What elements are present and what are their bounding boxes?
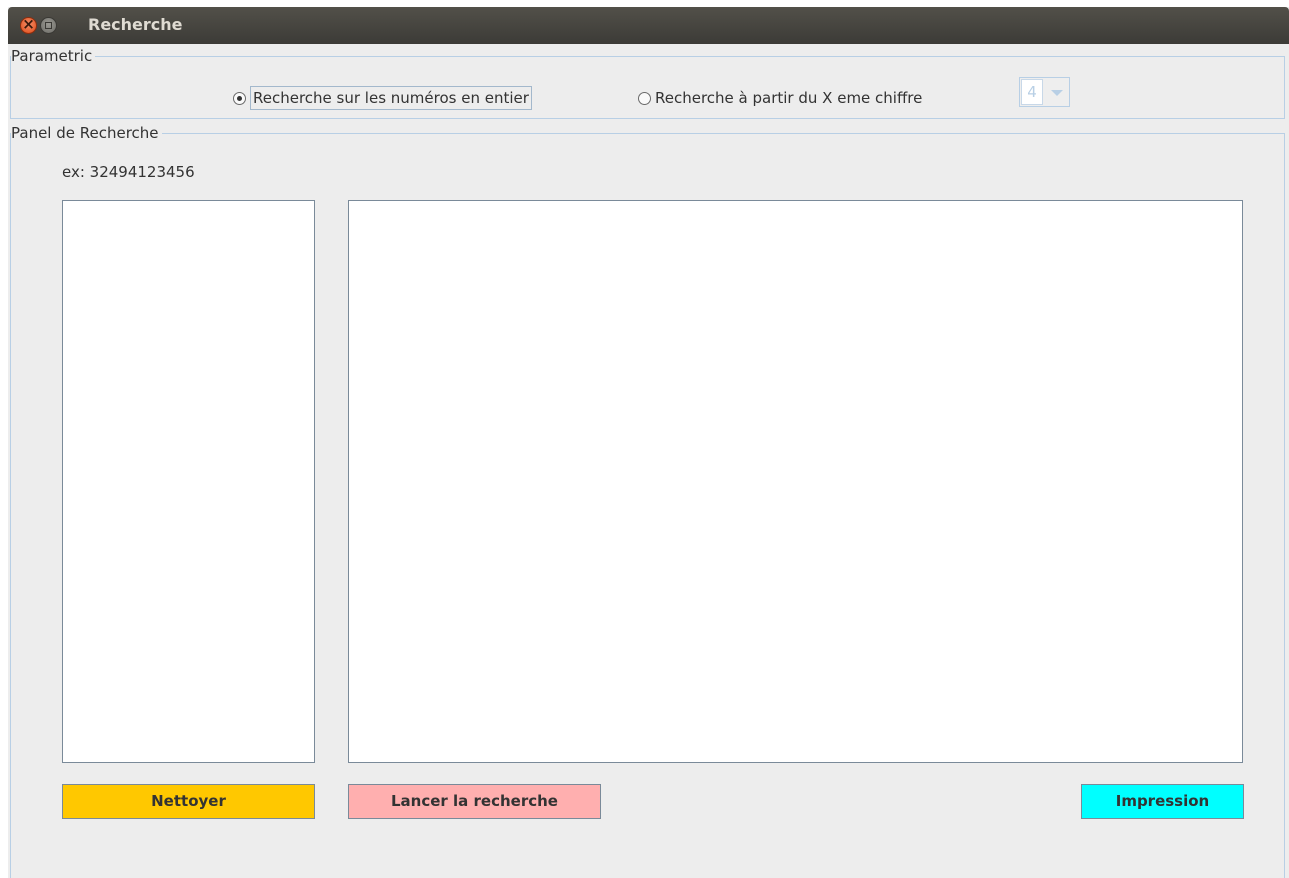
close-icon[interactable] (20, 15, 37, 34)
parametric-legend: Parametric (11, 47, 96, 65)
digit-position-select[interactable]: 4 (1019, 77, 1070, 107)
results-area[interactable] (348, 200, 1243, 763)
radio-from-digit[interactable]: Recherche à partir du X eme chiffre (638, 85, 922, 111)
numbers-input-area[interactable] (62, 200, 315, 763)
search-window: Recherche Parametric Recherche sur les n… (8, 7, 1289, 878)
start-search-button[interactable]: Lancer la recherche (348, 784, 601, 819)
chevron-down-icon[interactable] (1044, 78, 1069, 106)
radio-full-number-indicator[interactable] (233, 91, 246, 105)
window-title: Recherche (88, 15, 183, 34)
clear-button[interactable]: Nettoyer (62, 784, 315, 819)
maximize-icon[interactable] (40, 17, 57, 34)
example-label: ex: 32494123456 (62, 163, 195, 181)
digit-position-value: 4 (1021, 79, 1043, 105)
print-button[interactable]: Impression (1081, 784, 1244, 819)
title-bar: Recherche (8, 7, 1289, 44)
radio-full-number[interactable]: Recherche sur les numéros en entier (233, 85, 532, 111)
radio-from-digit-label[interactable]: Recherche à partir du X eme chiffre (655, 89, 922, 107)
search-panel-legend: Panel de Recherche (11, 124, 162, 142)
radio-from-digit-indicator[interactable] (638, 91, 651, 105)
radio-full-number-label[interactable]: Recherche sur les numéros en entier (250, 86, 532, 110)
